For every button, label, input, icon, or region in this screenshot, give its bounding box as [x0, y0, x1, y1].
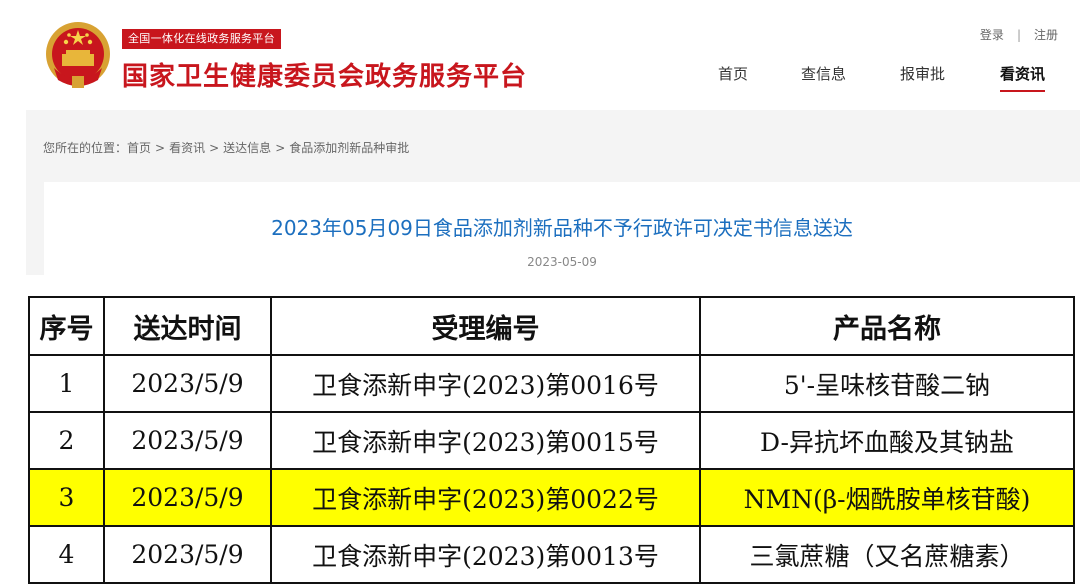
nav-item-query-info[interactable]: 查信息: [801, 63, 846, 84]
site-header: 全国一体化在线政务服务平台 国家卫生健康委员会政务服务平台 登录 | 注册 首页 查…: [0, 0, 1080, 110]
table-header-row: 序号 送达时间 受理编号 产品名称: [28, 296, 1075, 356]
table-row: 1 2023/5/9 卫食添新申字(2023)第0016号 5'-呈味核苷酸二钠: [28, 354, 1075, 413]
cell-product: 三氯蔗糖（又名蔗糖素）: [699, 525, 1075, 584]
column-header-no: 序号: [28, 296, 105, 356]
column-header-date: 送达时间: [103, 296, 272, 356]
cell-product: 5'-呈味核苷酸二钠: [699, 354, 1075, 413]
nav-item-news[interactable]: 看资讯: [1000, 63, 1046, 92]
breadcrumb-separator: >: [275, 141, 286, 155]
cell-code: 卫食添新申字(2023)第0013号: [270, 525, 701, 584]
register-link[interactable]: 注册: [1034, 26, 1058, 43]
breadcrumb-item-home[interactable]: 首页: [127, 139, 151, 156]
breadcrumb-separator: >: [155, 141, 166, 155]
delivery-table-wrapper: 序号 送达时间 受理编号 产品名称 1 2023/5/9 卫食添新申字(2023…: [28, 296, 1075, 584]
breadcrumb-separator: >: [209, 141, 220, 155]
cell-product: D-异抗坏血酸及其钠盐: [699, 411, 1075, 470]
nav-item-submit-approval[interactable]: 报审批: [900, 63, 945, 84]
cell-code: 卫食添新申字(2023)第0015号: [270, 411, 701, 470]
cell-date: 2023/5/9: [103, 468, 272, 527]
user-links: 登录 | 注册: [980, 26, 1058, 43]
breadcrumb: 您所在的位置：首页 > 看资讯 > 送达信息 > 食品添加剂新品种审批: [43, 139, 409, 156]
cell-date: 2023/5/9: [103, 354, 272, 413]
cell-no: 1: [28, 354, 105, 413]
cell-date: 2023/5/9: [103, 525, 272, 584]
breadcrumb-item-delivery[interactable]: 送达信息: [223, 139, 271, 156]
nav-item-home[interactable]: 首页: [718, 63, 748, 84]
article-title: 2023年05月09日食品添加剂新品种不予行政许可决定书信息送达: [271, 216, 853, 240]
article-header-card: 2023年05月09日食品添加剂新品种不予行政许可决定书信息送达 2023-05…: [44, 182, 1080, 275]
cell-no: 4: [28, 525, 105, 584]
column-header-code: 受理编号: [270, 296, 701, 356]
platform-tag: 全国一体化在线政务服务平台: [122, 29, 281, 49]
breadcrumb-item-news[interactable]: 看资讯: [169, 139, 205, 156]
main-nav: 首页 查信息 报审批 看资讯: [0, 63, 1080, 92]
table-row-highlighted: 3 2023/5/9 卫食添新申字(2023)第0022号 NMN(β-烟酰胺单…: [28, 468, 1075, 527]
cell-code: 卫食添新申字(2023)第0022号: [270, 468, 701, 527]
delivery-table: 序号 送达时间 受理编号 产品名称 1 2023/5/9 卫食添新申字(2023…: [28, 296, 1075, 584]
cell-no: 2: [28, 411, 105, 470]
cell-code: 卫食添新申字(2023)第0016号: [270, 354, 701, 413]
breadcrumb-prefix: 您所在的位置：: [43, 141, 128, 155]
article-date: 2023-05-09: [527, 255, 597, 269]
column-header-product: 产品名称: [699, 296, 1075, 356]
cell-date: 2023/5/9: [103, 411, 272, 470]
content-area: 您所在的位置：首页 > 看资讯 > 送达信息 > 食品添加剂新品种审批 2023年05月09…: [26, 110, 1080, 275]
user-links-separator: |: [1016, 28, 1021, 42]
login-link[interactable]: 登录: [980, 26, 1004, 43]
cell-product: NMN(β-烟酰胺单核苷酸): [699, 468, 1075, 527]
table-row: 2 2023/5/9 卫食添新申字(2023)第0015号 D-异抗坏血酸及其钠…: [28, 411, 1075, 470]
cell-no: 3: [28, 468, 105, 527]
breadcrumb-item-current: 食品添加剂新品种审批: [289, 141, 410, 155]
table-row: 4 2023/5/9 卫食添新申字(2023)第0013号 三氯蔗糖（又名蔗糖素…: [28, 525, 1075, 584]
